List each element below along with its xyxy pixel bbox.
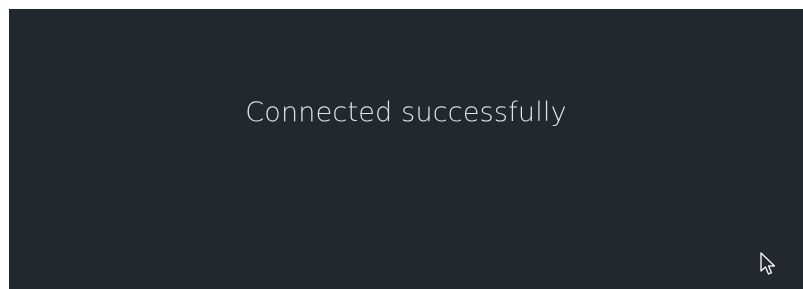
connection-status-screen: Connected successfully <box>9 9 803 289</box>
connection-status-message: Connected successfully <box>245 97 567 128</box>
mouse-pointer-icon <box>760 252 776 275</box>
